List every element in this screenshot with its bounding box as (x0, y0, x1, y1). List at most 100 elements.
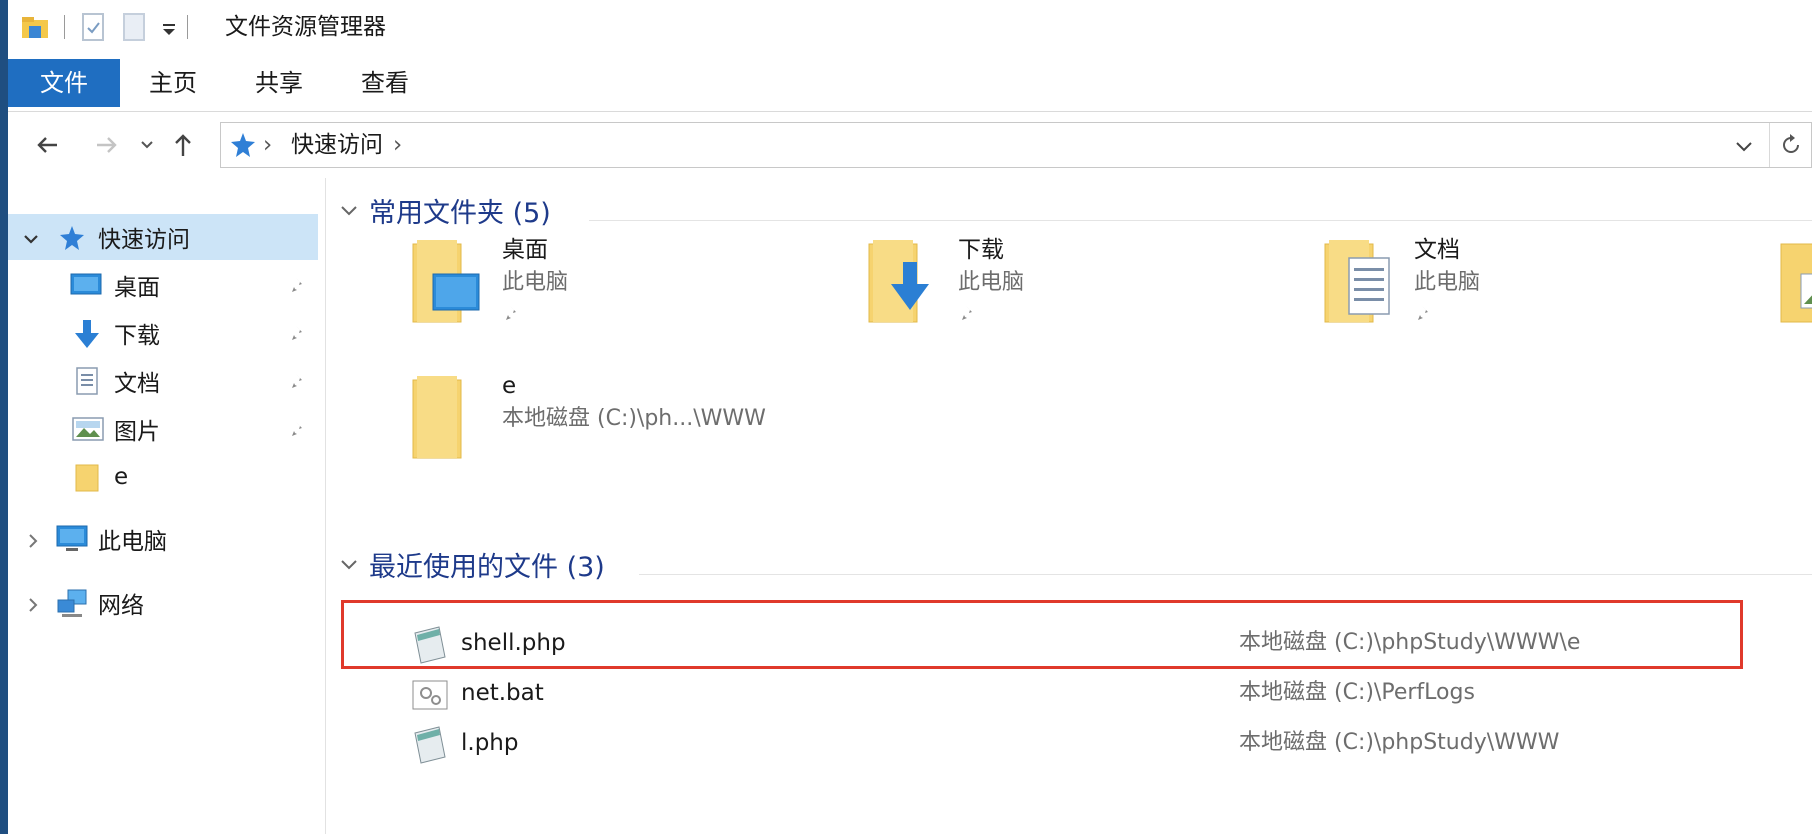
file-path: 本地磁盘 (C:)\phpStudy\WWW (1239, 730, 1560, 755)
address-dropdown-icon[interactable] (1733, 135, 1755, 157)
quick-access-star-icon (229, 131, 257, 159)
nav-this-pc[interactable]: 此电脑 (8, 516, 318, 562)
recent-file-row[interactable]: l.php 本地磁盘 (C:)\phpStudy\WWW (339, 718, 1812, 768)
nav-quick-access[interactable]: 快速访问 (8, 214, 318, 260)
group-divider (639, 574, 1812, 575)
nav-pictures-label: 图片 (114, 419, 160, 445)
ribbon-tabs: 文件 主页 共享 查看 (8, 54, 1812, 112)
folder-name: 文档 (1414, 237, 1460, 263)
nav-network[interactable]: 网络 (8, 580, 318, 626)
file-name: net.bat (461, 680, 544, 706)
group-collapse-chevron-icon (341, 206, 357, 216)
php-file-icon (414, 726, 446, 764)
recent-locations-button[interactable] (136, 128, 158, 162)
chevron-down-icon (141, 141, 153, 149)
back-button[interactable] (30, 128, 64, 162)
desktop-folder-icon (412, 240, 480, 323)
pictures-icon (72, 416, 104, 442)
address-bar[interactable]: › 快速访问 › (220, 122, 1812, 168)
nav-documents[interactable]: 文档 (8, 358, 318, 404)
explorer-app-icon[interactable] (20, 12, 50, 42)
folder-name: 桌面 (502, 237, 548, 263)
batch-file-icon (412, 680, 448, 710)
frequent-folders-title: 常用文件夹 (5) (369, 197, 551, 229)
pin-icon (292, 278, 302, 292)
folder-icon (74, 462, 100, 494)
file-name: shell.php (461, 630, 566, 656)
nav-network-label: 网络 (98, 593, 144, 619)
folder-name: 下载 (958, 237, 1004, 263)
pin-icon (1418, 306, 1428, 320)
collapsed-chevron-icon[interactable] (24, 594, 42, 612)
pin-icon (506, 306, 516, 320)
network-icon (56, 588, 90, 620)
recent-files-title: 最近使用的文件 (3) (369, 551, 605, 583)
documents-folder-icon (1324, 240, 1390, 323)
folder-tile-pictures-partial[interactable] (1779, 234, 1812, 344)
pin-icon (962, 306, 972, 320)
pictures-folder-icon (1780, 243, 1812, 323)
nav-folder-e-label: e (114, 464, 129, 490)
address-divider (1769, 123, 1770, 167)
nav-downloads[interactable]: 下载 (8, 310, 318, 356)
folder-tile-desktop[interactable]: 桌面 此电脑 (411, 234, 811, 344)
navigation-pane: 快速访问 桌面 下载 文档 图片 e 此电脑 网络 (8, 178, 326, 834)
quick-access-toolbar (20, 10, 188, 44)
breadcrumb-separator-icon[interactable]: › (263, 123, 272, 167)
quick-access-star-icon (58, 224, 86, 252)
folder-tile-downloads[interactable]: 下载 此电脑 (867, 234, 1267, 344)
computer-icon (56, 524, 88, 554)
file-name: l.php (461, 730, 519, 756)
nav-pictures[interactable]: 图片 (8, 406, 318, 452)
file-path: 本地磁盘 (C:)\phpStudy\WWW\e (1239, 630, 1581, 655)
window-title: 文件资源管理器 (225, 14, 386, 40)
tab-share[interactable]: 共享 (226, 59, 332, 107)
nav-this-pc-label: 此电脑 (98, 529, 167, 555)
customize-toolbar-chevron-icon[interactable] (159, 12, 179, 42)
refresh-icon[interactable] (1779, 133, 1803, 157)
nav-documents-label: 文档 (114, 371, 160, 397)
forward-arrow-icon (97, 137, 117, 153)
downloads-folder-icon (868, 240, 929, 323)
folder-location: 本地磁盘 (C:)\ph...\WWW (502, 406, 766, 431)
desktop-icon (70, 272, 102, 298)
forward-button[interactable] (90, 128, 124, 162)
content-pane: 常用文件夹 (5) 桌面 此电脑 下载 此电脑 文档 此电脑 e 本地磁盘 (C… (327, 178, 1812, 834)
pin-icon (292, 374, 302, 388)
folder-name: e (502, 373, 517, 399)
recent-file-row[interactable]: shell.php 本地磁盘 (C:)\phpStudy\WWW\e (339, 618, 1812, 668)
expanded-chevron-icon[interactable] (22, 228, 40, 246)
group-divider (589, 220, 1812, 221)
nav-quick-access-label: 快速访问 (98, 227, 190, 253)
folder-icon (412, 376, 462, 459)
documents-icon (74, 366, 100, 396)
nav-folder-e[interactable]: e (8, 454, 318, 500)
folder-location: 此电脑 (502, 270, 569, 295)
folder-tile-e[interactable]: e 本地磁盘 (C:)\ph...\WWW (411, 370, 811, 480)
new-folder-icon[interactable] (121, 12, 147, 42)
file-path: 本地磁盘 (C:)\PerfLogs (1239, 680, 1475, 705)
pin-icon (292, 326, 302, 340)
back-arrow-icon (37, 137, 57, 153)
folder-tile-documents[interactable]: 文档 此电脑 (1323, 234, 1723, 344)
breadcrumb-chevron-icon[interactable]: › (393, 123, 402, 167)
breadcrumb-quick-access[interactable]: 快速访问 (291, 123, 383, 167)
folder-location: 此电脑 (1414, 270, 1481, 295)
up-button[interactable] (166, 128, 200, 162)
window-left-edge (0, 0, 8, 834)
title-bar: 文件资源管理器 (8, 0, 1812, 54)
tab-view[interactable]: 查看 (332, 59, 438, 107)
frequent-folders-header[interactable]: 常用文件夹 (5) (339, 190, 551, 230)
navigation-bar: › 快速访问 › (8, 112, 1812, 178)
group-collapse-chevron-icon (341, 560, 357, 570)
collapsed-chevron-icon[interactable] (24, 530, 42, 548)
up-arrow-icon (175, 134, 191, 156)
recent-files-header[interactable]: 最近使用的文件 (3) (339, 544, 605, 584)
pin-icon (292, 422, 302, 436)
tab-file[interactable]: 文件 (8, 59, 120, 107)
properties-icon[interactable] (81, 12, 107, 42)
tab-home[interactable]: 主页 (120, 59, 226, 107)
folder-location: 此电脑 (958, 270, 1025, 295)
recent-file-row[interactable]: net.bat 本地磁盘 (C:)\PerfLogs (339, 668, 1812, 718)
nav-desktop[interactable]: 桌面 (8, 262, 318, 308)
